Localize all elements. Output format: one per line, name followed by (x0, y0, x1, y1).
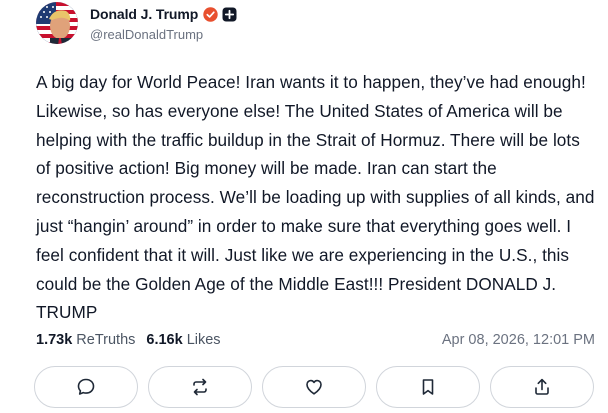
likes-label[interactable]: Likes (187, 332, 221, 348)
reply-button[interactable] (34, 366, 138, 408)
share-icon (532, 377, 552, 397)
post-text: A big day for World Peace! Iran wants it… (36, 72, 595, 323)
verified-badge-icon (203, 6, 218, 22)
name-row: Donald J. Trump (90, 5, 237, 23)
comment-icon (76, 377, 96, 397)
heart-icon (304, 377, 324, 397)
action-bar (34, 366, 594, 408)
likes-count[interactable]: 6.16k (146, 332, 182, 348)
retruths-count[interactable]: 1.73k (36, 332, 72, 348)
post-header: Donald J. Trump @realDonaldTrump (36, 2, 237, 44)
plus-badge-icon (222, 7, 237, 22)
user-handle[interactable]: @realDonaldTrump (90, 27, 237, 42)
bookmark-button[interactable] (376, 366, 480, 408)
like-button[interactable] (262, 366, 366, 408)
retruths-label[interactable]: ReTruths (76, 332, 135, 348)
post-card: Donald J. Trump @realDonaldTrump A big d… (0, 0, 608, 413)
post-stats: 1.73k ReTruths 6.16k Likes (36, 330, 221, 350)
display-name[interactable]: Donald J. Trump (90, 6, 198, 22)
avatar[interactable] (36, 2, 78, 44)
repost-icon (190, 377, 210, 397)
author-block: Donald J. Trump @realDonaldTrump (90, 5, 237, 42)
bookmark-icon (418, 377, 438, 397)
retruth-button[interactable] (148, 366, 252, 408)
share-button[interactable] (490, 366, 594, 408)
post-timestamp[interactable]: Apr 08, 2026, 12:01 PM (442, 330, 595, 350)
